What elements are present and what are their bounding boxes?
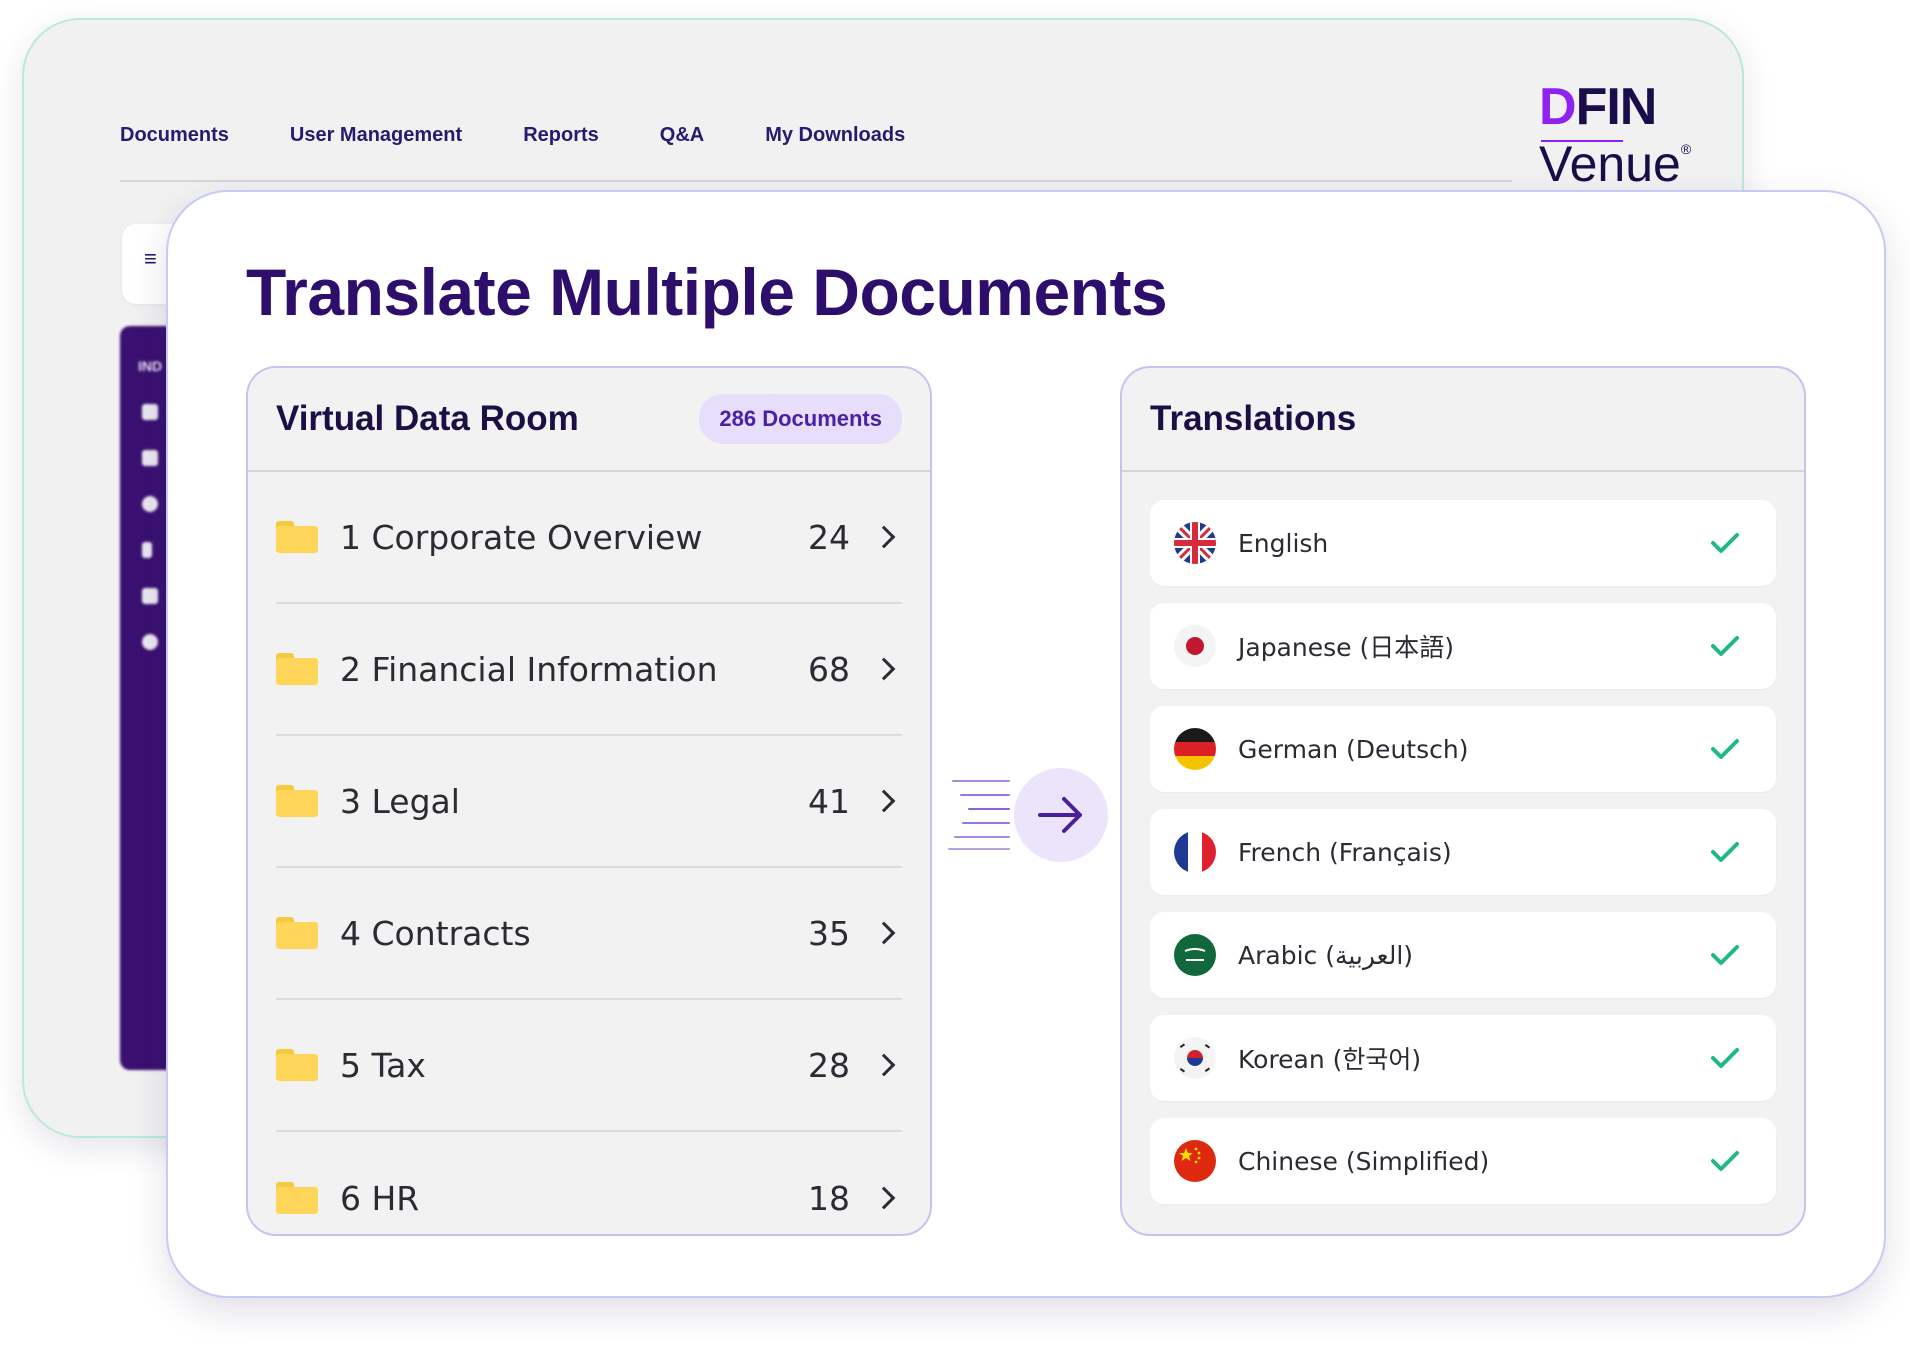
check-icon xyxy=(1711,636,1739,656)
germany-flag-icon xyxy=(1174,728,1216,770)
folder-count: 28 xyxy=(808,1045,850,1085)
chevron-right-icon xyxy=(872,657,896,681)
language-name: English xyxy=(1238,528,1329,558)
folder-count: 24 xyxy=(808,517,850,557)
korea-flag-icon xyxy=(1174,1037,1216,1079)
folder-name: 3 Legal xyxy=(340,781,460,821)
translations-title: Translations xyxy=(1150,399,1357,438)
nav-divider xyxy=(120,180,1512,182)
folder-list: 1 Corporate Overview 24 2 Financial Info… xyxy=(248,472,930,1234)
star-icon[interactable] xyxy=(142,496,158,512)
chevron-right-icon xyxy=(872,921,896,945)
arrow-right-icon xyxy=(1038,797,1082,833)
brand-venue-text: Venue xyxy=(1539,136,1681,192)
speed-lines xyxy=(946,778,1010,850)
uk-flag-icon xyxy=(1174,522,1216,564)
pin-icon[interactable] xyxy=(142,542,152,558)
mail-icon[interactable] xyxy=(142,588,158,604)
folder-name: 6 HR xyxy=(340,1178,420,1218)
language-item-korean[interactable]: Korean (한국어) xyxy=(1150,1015,1776,1101)
chevron-right-icon xyxy=(872,525,896,549)
folder-icon[interactable] xyxy=(142,450,158,466)
folder-icon xyxy=(276,521,318,553)
language-name: Korean (한국어) xyxy=(1238,1045,1422,1074)
brand-venue: Venue® xyxy=(1539,136,1692,192)
folder-row[interactable]: 5 Tax 28 xyxy=(276,1000,902,1132)
check-icon xyxy=(1711,1048,1739,1068)
folder-icon xyxy=(276,917,318,949)
language-name: French (Français) xyxy=(1238,837,1452,867)
language-item-german[interactable]: German (Deutsch) xyxy=(1150,706,1776,792)
virtual-data-room-panel: Virtual Data Room 286 Documents 1 Corpor… xyxy=(246,366,932,1236)
brand-dfin: DFIN xyxy=(1539,78,1689,136)
folder-row[interactable]: 6 HR 18 xyxy=(276,1132,902,1234)
folder-count: 35 xyxy=(808,913,850,953)
nav-user-management[interactable]: User Management xyxy=(290,124,462,147)
folder-count: 41 xyxy=(808,781,850,821)
check-icon xyxy=(1711,945,1739,965)
nav-my-downloads[interactable]: My Downloads xyxy=(765,124,905,147)
translate-arrow-button[interactable] xyxy=(1014,768,1108,862)
language-list: English Japanese (日本語) German (Deutsch) … xyxy=(1122,472,1804,1204)
document-count-badge: 286 Documents xyxy=(699,394,902,444)
check-icon xyxy=(1711,1151,1739,1171)
language-name: German (Deutsch) xyxy=(1238,734,1469,764)
language-item-japanese[interactable]: Japanese (日本語) xyxy=(1150,603,1776,689)
refresh-icon[interactable] xyxy=(142,634,158,650)
folder-name: 5 Tax xyxy=(340,1045,426,1085)
check-icon xyxy=(1711,533,1739,553)
check-icon xyxy=(1711,842,1739,862)
folder-row[interactable]: 4 Contracts 35 xyxy=(276,868,902,1000)
nav-documents[interactable]: Documents xyxy=(120,124,229,147)
japan-flag-icon xyxy=(1174,625,1216,667)
chevron-right-icon xyxy=(872,1186,896,1210)
brand-underline xyxy=(1541,140,1623,142)
list-icon: ≡ xyxy=(144,246,157,271)
folder-name: 2 Financial Information xyxy=(340,649,718,689)
folder-count: 18 xyxy=(808,1178,850,1218)
language-name: Chinese (Simplified) xyxy=(1238,1146,1490,1176)
folder-row[interactable]: 3 Legal 41 xyxy=(276,736,902,868)
folder-name: 4 Contracts xyxy=(340,913,531,953)
folder-row[interactable]: 2 Financial Information 68 xyxy=(276,604,902,736)
top-nav: Documents User Management Reports Q&A My… xyxy=(120,124,905,147)
folder-count: 68 xyxy=(808,649,850,689)
brand-dfin-text: DFIN xyxy=(1539,78,1657,136)
folder-icon xyxy=(276,785,318,817)
vdr-title: Virtual Data Room xyxy=(276,399,579,438)
language-name: Japanese (日本語) xyxy=(1238,633,1454,662)
chevron-right-icon xyxy=(872,789,896,813)
folder-icon xyxy=(276,1049,318,1081)
language-item-arabic[interactable]: Arabic (العربية) xyxy=(1150,912,1776,998)
language-item-english[interactable]: English xyxy=(1150,500,1776,586)
language-item-french[interactable]: French (Français) xyxy=(1150,809,1776,895)
language-item-chinese[interactable]: Chinese (Simplified) xyxy=(1150,1118,1776,1204)
translations-panel: Translations English Japanese (日本語) Germ… xyxy=(1120,366,1806,1236)
registered-mark: ® xyxy=(1680,141,1692,157)
sidebar-label: IND xyxy=(138,358,163,374)
nav-reports[interactable]: Reports xyxy=(523,124,599,147)
vdr-header: Virtual Data Room 286 Documents xyxy=(248,368,930,472)
page-title: Translate Multiple Documents xyxy=(246,255,1168,329)
translations-header: Translations xyxy=(1122,368,1804,472)
folder-row[interactable]: 1 Corporate Overview 24 xyxy=(276,472,902,604)
folder-icon xyxy=(276,653,318,685)
france-flag-icon xyxy=(1174,831,1216,873)
file-icon[interactable] xyxy=(142,404,158,420)
folder-name: 1 Corporate Overview xyxy=(340,517,703,557)
folder-icon xyxy=(276,1182,318,1214)
china-flag-icon xyxy=(1174,1140,1216,1182)
language-name: Arabic (العربية) xyxy=(1238,940,1414,970)
check-icon xyxy=(1711,739,1739,759)
dfin-venue-logo: DFIN Venue® xyxy=(1539,78,1692,192)
nav-qa[interactable]: Q&A xyxy=(660,124,704,147)
chevron-right-icon xyxy=(872,1053,896,1077)
saudi-flag-icon xyxy=(1174,934,1216,976)
